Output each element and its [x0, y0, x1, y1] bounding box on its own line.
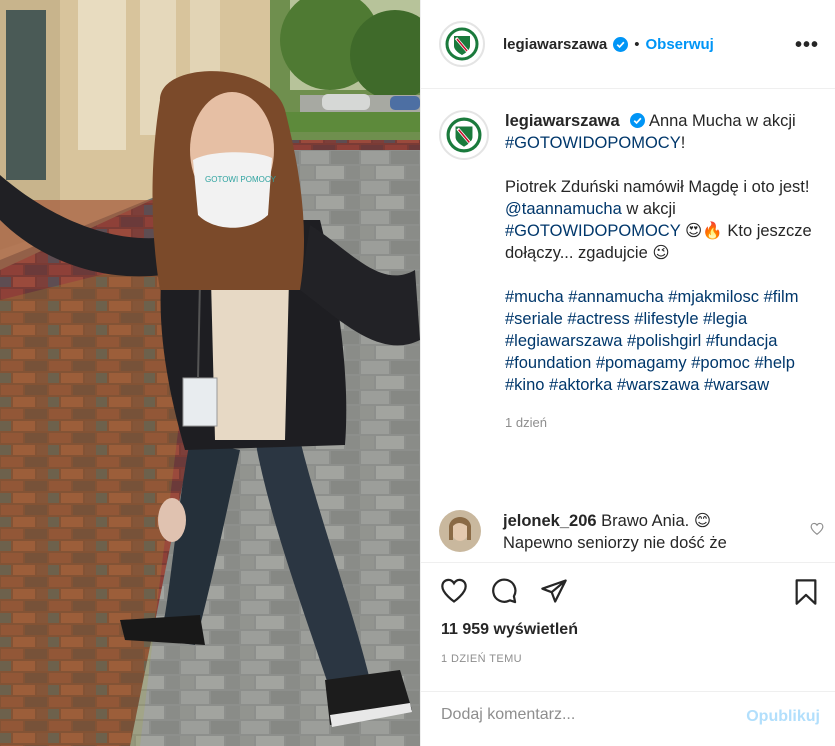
bookmark-icon [795, 579, 817, 605]
post-photo[interactable]: GOTOWI POMOCY [0, 0, 420, 746]
follow-button[interactable]: Obserwuj [646, 36, 714, 53]
comment-username[interactable]: jelonek_206 [503, 512, 597, 530]
hashtag-link[interactable]: #GOTOWIDOPOMOCY [505, 134, 681, 152]
comment-text-b: Napewno seniorzy nie dość że [503, 534, 727, 552]
comment-item: jelonek_206 Brawo Ania. 😊 Napewno senior… [439, 510, 824, 554]
post-header: legiawarszawa • Obserwuj ••• [421, 0, 835, 89]
share-button[interactable] [539, 577, 569, 609]
comment-icon [492, 578, 517, 604]
hashtag-link[interactable]: #GOTOWIDOPOMOCY [505, 222, 680, 240]
caption-username[interactable]: legiawarszawa [505, 112, 620, 130]
like-button[interactable] [439, 577, 469, 609]
emoji-heart-eyes-fire: 😍🔥 [685, 222, 723, 240]
commenter-avatar-image [439, 510, 481, 552]
commenter-avatar[interactable] [439, 510, 481, 552]
verified-badge-icon [613, 36, 629, 52]
heart-icon [441, 578, 467, 603]
caption-avatar[interactable] [439, 110, 489, 160]
photo-illustration: GOTOWI POMOCY [0, 0, 420, 746]
caption-text: legiawarszawa Anna Mucha w akcji #GOTOWI… [505, 110, 815, 434]
emoji-smile: 😊 [693, 512, 712, 530]
publish-button[interactable]: Opublikuj [746, 708, 820, 726]
caption-hashtags[interactable]: #mucha #annamucha #mjakmilosc #film #ser… [505, 286, 815, 396]
legia-logo-icon [446, 117, 482, 153]
share-icon [541, 579, 567, 603]
caption-line1: Anna Mucha w akcji [648, 112, 796, 130]
small-heart-icon[interactable] [810, 522, 824, 536]
emoji-wink: 😉 [652, 244, 670, 262]
comment-text-a: Brawo Ania. [601, 512, 690, 530]
comment-button[interactable] [489, 577, 519, 609]
mention-link[interactable]: @taannamucha [505, 200, 622, 218]
separator-dot: • [634, 35, 640, 53]
post-caption: legiawarszawa Anna Mucha w akcji #GOTOWI… [439, 110, 824, 434]
views-count[interactable]: 11 959 wyświetleń [441, 621, 578, 639]
post-panel: legiawarszawa • Obserwuj ••• legiawarsza… [420, 0, 835, 746]
more-options-icon[interactable]: ••• [795, 34, 819, 57]
comment-body: jelonek_206 Brawo Ania. 😊 Napewno senior… [503, 510, 793, 554]
post-time[interactable]: 1 DZIEŃ TEMU [441, 653, 522, 665]
caption-time: 1 dzień [505, 415, 547, 430]
caption-line1-end: ! [680, 134, 686, 152]
verified-badge-icon [630, 113, 646, 128]
caption-para2: Piotrek Zduński namówił Magdę i oto jest… [505, 178, 810, 196]
svg-text:GOTOWI POMOCY: GOTOWI POMOCY [205, 175, 277, 184]
post-actions: 11 959 wyświetleń 1 DZIEŃ TEMU Opublikuj [421, 562, 835, 746]
account-avatar[interactable] [439, 21, 485, 67]
legia-logo-icon [445, 27, 479, 61]
caption-para3-a: w akcji [626, 200, 676, 218]
add-comment-bar: Opublikuj [421, 691, 835, 746]
save-button[interactable] [792, 577, 820, 611]
account-username[interactable]: legiawarszawa [503, 36, 607, 53]
comment-input[interactable] [441, 706, 721, 724]
